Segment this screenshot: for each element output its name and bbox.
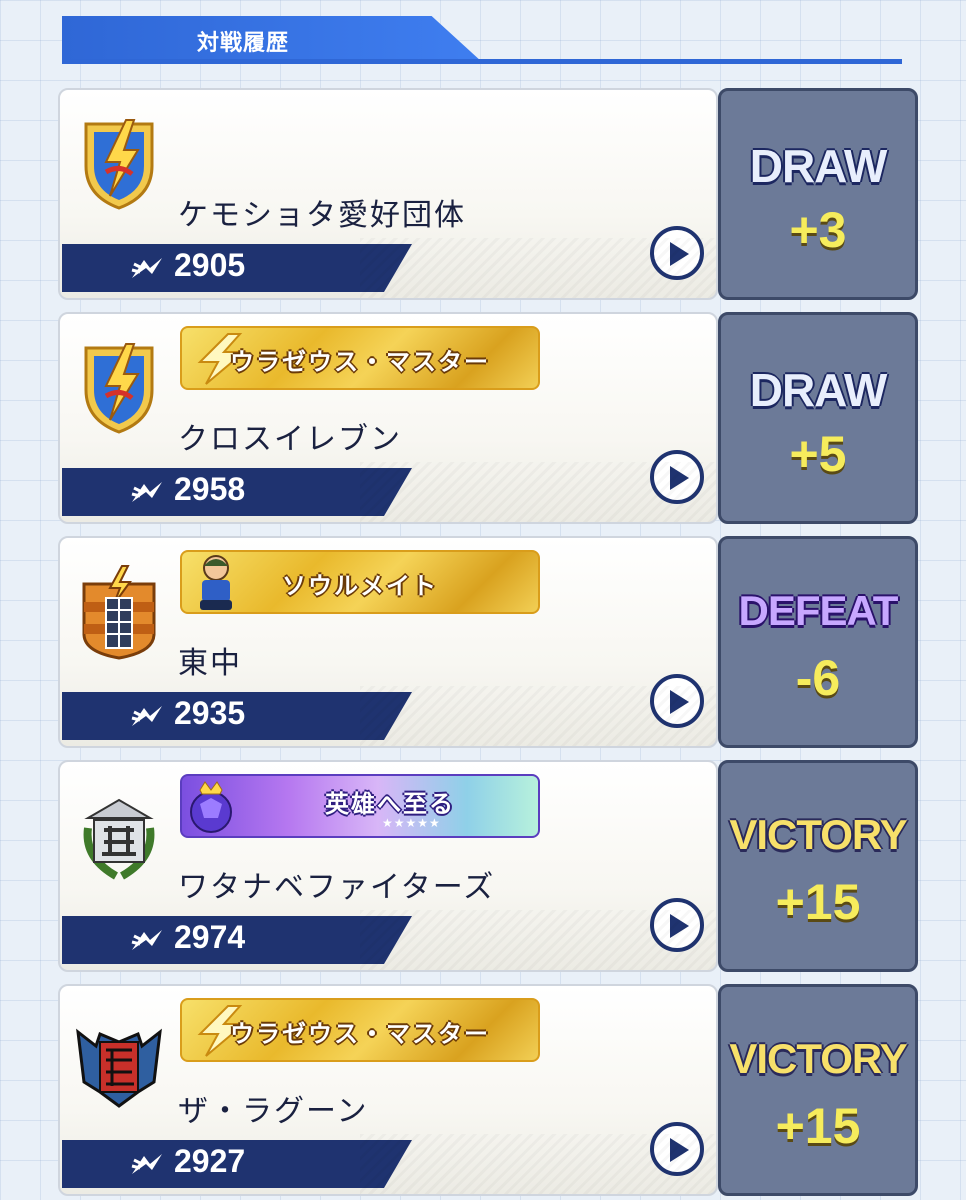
match-history-item[interactable]: ソウルメイト 東中 2935 DEFEAT -6 bbox=[58, 536, 918, 748]
result-panel: DEFEAT -6 bbox=[718, 536, 918, 748]
result-panel: VICTORY +15 bbox=[718, 760, 918, 972]
result-label: DRAW bbox=[749, 140, 888, 192]
badge-label: ウラゼウス・マスター bbox=[230, 348, 490, 376]
result-points: +15 bbox=[775, 1098, 861, 1154]
orange-shield-icon bbox=[82, 565, 156, 660]
page-title: 対戦履歴 bbox=[197, 31, 290, 56]
header-underline bbox=[62, 59, 902, 64]
rating-value: 2905 bbox=[174, 247, 246, 283]
team-name: 東中 bbox=[178, 646, 242, 681]
rating-icon bbox=[131, 930, 162, 950]
result-label: DEFEAT bbox=[738, 587, 899, 634]
title-badge: ウラゼウス・マスター bbox=[180, 326, 540, 390]
team-name: ザ・ラグーン bbox=[178, 1094, 369, 1129]
result-points: +15 bbox=[775, 874, 861, 930]
result-points: +5 bbox=[789, 426, 847, 482]
result-points: +3 bbox=[789, 202, 847, 258]
rating-icon bbox=[131, 706, 162, 726]
rating-bar: 2958 bbox=[62, 468, 412, 516]
title-badge: ソウルメイト bbox=[180, 550, 540, 614]
result-panel: DRAW +5 bbox=[718, 312, 918, 524]
replay-button[interactable] bbox=[650, 674, 704, 728]
bat-crest-icon bbox=[76, 1028, 162, 1108]
replay-button[interactable] bbox=[650, 898, 704, 952]
match-history-item[interactable]: ケモショタ愛好団体 2905 DRAW +3 bbox=[58, 88, 918, 300]
title-badge: 英雄へ至る ★★★★★ bbox=[180, 774, 540, 838]
title-badge: ウラゼウス・マスター bbox=[180, 998, 540, 1062]
laurel-crest-icon bbox=[83, 798, 155, 880]
lightning-shield-icon bbox=[84, 119, 154, 210]
play-icon bbox=[670, 1138, 689, 1162]
rank-stars-icon: ★★★★★ bbox=[382, 816, 441, 830]
replay-button[interactable] bbox=[650, 1122, 704, 1176]
section-header: 対戦履歴 bbox=[62, 16, 902, 64]
result-label: VICTORY bbox=[729, 811, 907, 858]
team-name: ケモショタ愛好団体 bbox=[178, 198, 466, 233]
play-icon bbox=[670, 242, 689, 266]
rating-value: 2974 bbox=[174, 919, 246, 955]
match-history-item[interactable]: 英雄へ至る ★★★★★ ワタナベファイターズ 2974 VICTORY +15 bbox=[58, 760, 918, 972]
badge-label: 英雄へ至る bbox=[325, 790, 455, 818]
rating-value: 2935 bbox=[174, 695, 246, 731]
match-info-panel: ケモショタ愛好団体 2905 bbox=[58, 88, 718, 300]
play-icon bbox=[670, 690, 689, 714]
rating-value: 2958 bbox=[174, 471, 246, 507]
rating-value: 2927 bbox=[174, 1143, 246, 1179]
crowned-ball-icon bbox=[190, 781, 232, 833]
result-label: DRAW bbox=[749, 364, 888, 416]
result-label: VICTORY bbox=[729, 1035, 907, 1082]
result-panel: DRAW +3 bbox=[718, 88, 918, 300]
match-history-item[interactable]: ウラゼウス・マスター クロスイレブン 2958 DRAW +5 bbox=[58, 312, 918, 524]
result-panel: VICTORY +15 bbox=[718, 984, 918, 1196]
badge-label: ソウルメイト bbox=[282, 572, 438, 600]
rating-bar: 2927 bbox=[62, 1140, 412, 1188]
team-name: クロスイレブン bbox=[178, 422, 402, 457]
badge-label: ウラゼウス・マスター bbox=[230, 1020, 490, 1048]
replay-button[interactable] bbox=[650, 450, 704, 504]
rating-bar: 2905 bbox=[62, 244, 412, 292]
rating-bar: 2974 bbox=[62, 916, 412, 964]
lightning-shield-icon bbox=[84, 343, 154, 434]
replay-button[interactable] bbox=[650, 226, 704, 280]
match-info-panel: ウラゼウス・マスター ザ・ラグーン 2927 bbox=[58, 984, 718, 1196]
match-info-panel: ウラゼウス・マスター クロスイレブン 2958 bbox=[58, 312, 718, 524]
play-icon bbox=[670, 914, 689, 938]
rating-icon bbox=[131, 258, 162, 278]
team-name: ワタナベファイターズ bbox=[178, 870, 496, 905]
rating-bar: 2935 bbox=[62, 692, 412, 740]
result-points: -6 bbox=[795, 650, 841, 706]
play-icon bbox=[670, 466, 689, 490]
rating-icon bbox=[131, 1154, 162, 1174]
rating-icon bbox=[131, 482, 162, 502]
match-info-panel: 英雄へ至る ★★★★★ ワタナベファイターズ 2974 bbox=[58, 760, 718, 972]
match-history-item[interactable]: ウラゼウス・マスター ザ・ラグーン 2927 VICTORY +15 bbox=[58, 984, 918, 1196]
match-info-panel: ソウルメイト 東中 2935 bbox=[58, 536, 718, 748]
